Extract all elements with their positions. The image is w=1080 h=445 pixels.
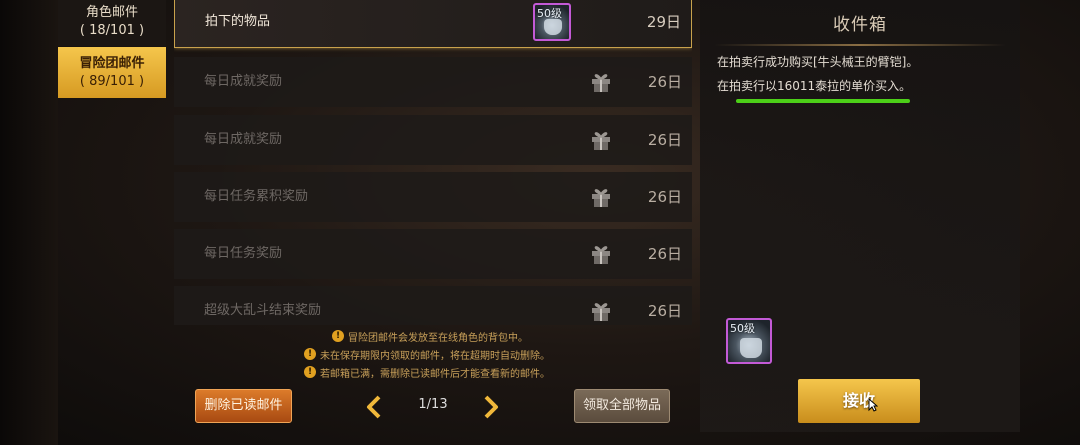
warning-icon: !	[304, 366, 316, 378]
notice-line: ! 冒险团邮件会发放至在线角色的背包中。	[300, 327, 570, 345]
tab-count: ( 89/101 )	[79, 73, 145, 89]
item-level-label: 50级	[730, 322, 755, 335]
chevron-right-icon[interactable]	[482, 395, 500, 419]
mail-title: 超级大乱斗结束奖励	[204, 303, 322, 318]
tab-label: 角色邮件	[85, 5, 138, 20]
mail-list: 拍下的物品 50级 29日 每日成就奖励 26日 每日成就奖励 26日 每日任务…	[174, 0, 692, 325]
notice-line: ! 未在保存期限内领取的邮件，将在超期时自动删除。	[300, 345, 570, 363]
mail-category-sidebar: 角色邮件 ( 18/101 ) 冒险团邮件 ( 89/101 )	[58, 0, 166, 445]
divider	[714, 44, 1006, 46]
notice-text: 若邮箱已满，需删除已读邮件后才能查看新的邮件。	[320, 368, 550, 380]
mail-row[interactable]: 每日任务奖励 26日	[174, 229, 692, 279]
mail-title: 每日成就奖励	[204, 74, 283, 89]
mail-date: 26日	[647, 131, 682, 149]
mail-row-selected[interactable]: 拍下的物品 50级 29日	[174, 0, 692, 48]
mail-title: 拍下的物品	[205, 14, 271, 29]
mail-title: 每日任务累积奖励	[204, 189, 309, 204]
tab-adventure-mail[interactable]: 冒险团邮件 ( 89/101 )	[58, 47, 166, 98]
warning-icon: !	[304, 348, 316, 360]
tab-count: ( 18/101 )	[79, 23, 145, 38]
notice-line: ! 若邮箱已满，需删除已读邮件后才能查看新的邮件。	[300, 363, 570, 381]
claim-all-button[interactable]: 领取全部物品	[574, 389, 670, 423]
gift-icon	[592, 74, 610, 92]
tab-label: 冒险团邮件	[79, 55, 145, 71]
mail-body-line: 在拍卖行成功购买[牛头械王的臂铠]。	[717, 55, 919, 69]
notice-text: 未在保存期限内领取的邮件，将在超期时自动删除。	[320, 350, 550, 362]
warning-icon: !	[332, 330, 344, 342]
panel-title: 收件箱	[833, 15, 887, 35]
item-icon: 50级	[533, 3, 571, 41]
gift-icon	[592, 189, 610, 207]
gift-icon	[592, 132, 610, 150]
mail-date: 26日	[647, 302, 682, 320]
mail-row[interactable]: 每日成就奖励 26日	[174, 57, 692, 107]
delete-read-button[interactable]: 删除已读邮件	[195, 389, 292, 423]
mail-title: 每日成就奖励	[204, 132, 283, 147]
armor-icon	[544, 19, 562, 35]
highlight-underline	[736, 99, 910, 103]
mail-row[interactable]: 超级大乱斗结束奖励 26日	[174, 286, 692, 325]
mail-body-line: 在拍卖行以16011泰拉的单价买入。	[717, 79, 912, 93]
mail-date: 26日	[647, 73, 682, 91]
mail-row[interactable]: 每日成就奖励 26日	[174, 115, 692, 165]
mail-date: 26日	[647, 188, 682, 206]
attachment-item-icon[interactable]: 50级	[726, 318, 772, 364]
gift-icon	[592, 303, 610, 321]
mail-notices: ! 冒险团邮件会发放至在线角色的背包中。 ! 未在保存期限内领取的邮件，将在超期…	[300, 327, 570, 381]
page-indicator: 1/13	[418, 397, 448, 412]
mail-detail-panel: 收件箱 在拍卖行成功购买[牛头械王的臂铠]。 在拍卖行以16011泰拉的单价买入…	[700, 0, 1020, 432]
mail-row[interactable]: 每日任务累积奖励 26日	[174, 172, 692, 222]
background-edge	[0, 0, 58, 445]
mail-date: 29日	[646, 13, 681, 31]
gift-icon	[592, 246, 610, 264]
receive-button[interactable]: 接收	[798, 379, 920, 423]
notice-text: 冒险团邮件会发放至在线角色的背包中。	[348, 332, 528, 344]
cursor-icon	[868, 398, 878, 412]
mail-title: 每日任务奖励	[204, 246, 283, 261]
chevron-left-icon[interactable]	[365, 395, 383, 419]
armor-icon	[740, 338, 762, 358]
mail-date: 26日	[647, 245, 682, 263]
tab-character-mail[interactable]: 角色邮件 ( 18/101 )	[58, 0, 166, 46]
